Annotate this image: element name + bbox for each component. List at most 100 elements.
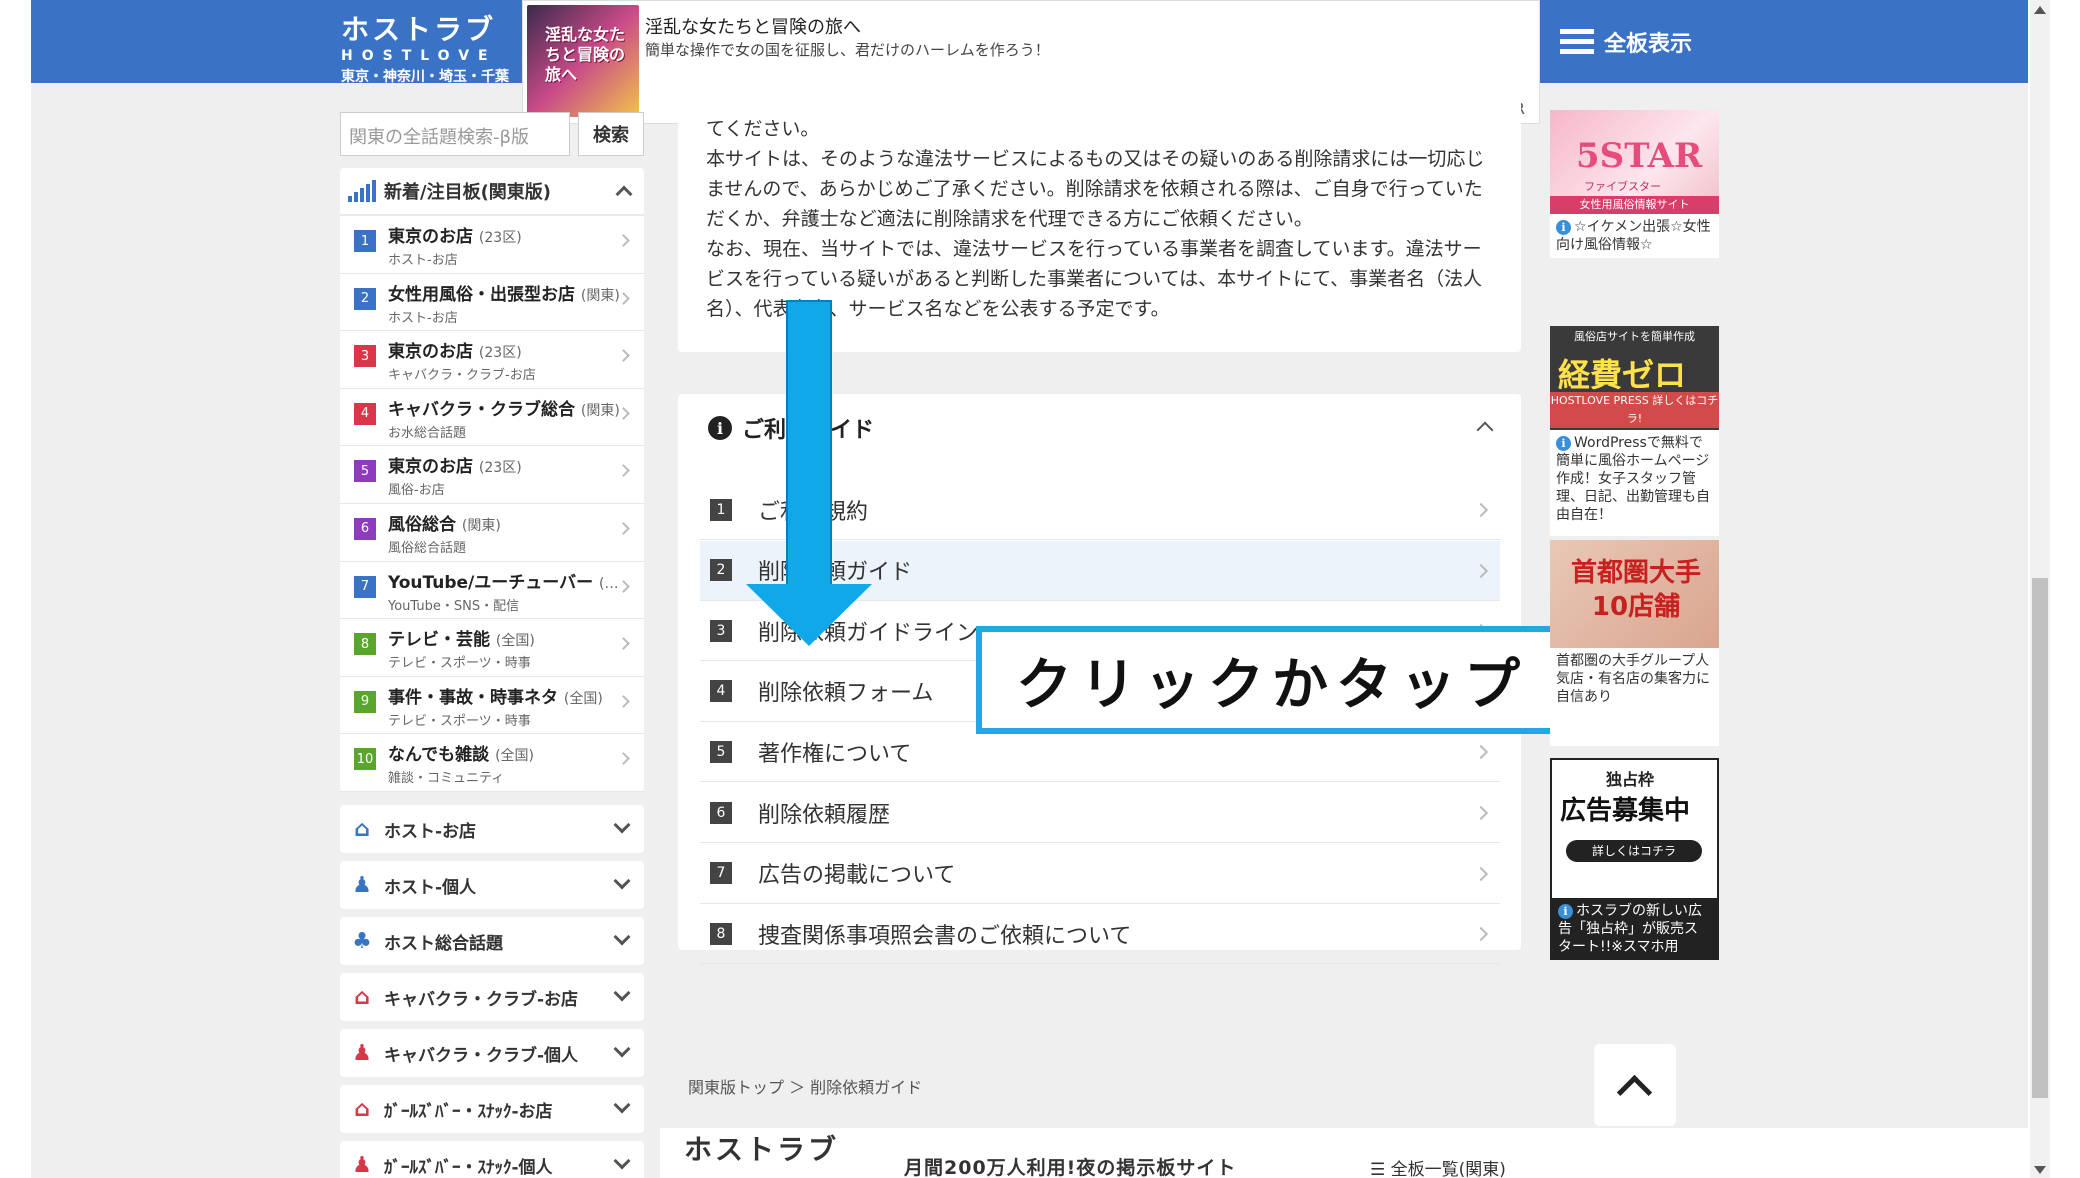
side-ad-dokusen[interactable]: 独占枠 広告募集中 詳しくはコチラ i ホスラブの新しい広告「独占枠」が販売スター… bbox=[1550, 758, 1719, 960]
board-category: テレビ・スポーツ・時事 bbox=[388, 656, 531, 672]
search-button[interactable]: 検索 bbox=[578, 112, 644, 156]
logo-areas: 東京・神奈川・埼玉・千葉 bbox=[341, 69, 509, 85]
board-title: 風俗総合 (関東) bbox=[388, 510, 624, 535]
sidebar-board-item[interactable]: 2 女性用風俗・出張型お店 (関東) ホスト-お店 bbox=[340, 274, 644, 332]
chevron-right-icon bbox=[1473, 745, 1489, 760]
all-boards-label: 全板表示 bbox=[1604, 31, 1693, 57]
guide-item-label: 削除依頼ガイド bbox=[758, 560, 913, 586]
board-title: 東京のお店 (23区) bbox=[388, 452, 624, 477]
guide-item-label: 削除依頼履歴 bbox=[758, 802, 891, 828]
ad-thumbnail-text: 淫乱な女たちと冒険の旅へ bbox=[545, 25, 626, 84]
chevron-down-icon[interactable] bbox=[613, 816, 631, 834]
side-ad-image: 首都圏大手10店舗 bbox=[1550, 540, 1719, 648]
chevron-down-icon[interactable] bbox=[613, 1152, 631, 1170]
side-ad-caption: ☆イケメン出張☆女性向け風俗情報☆ bbox=[1556, 219, 1711, 253]
category-label: ｶﾞｰﾙｽﾞﾊﾞｰ・ｽﾅｯｸ-個人 bbox=[384, 1157, 553, 1178]
breadcrumb[interactable]: 関東版トップ ＞ 削除依頼ガイド bbox=[688, 1074, 922, 1098]
guide-item[interactable]: 7 広告の掲載について bbox=[700, 844, 1500, 904]
site-logo[interactable]: ホストラブ HOSTLOVE 東京・神奈川・埼玉・千葉 bbox=[341, 8, 509, 86]
guide-item-label: 捜査関係事項照会書のご依頼について bbox=[758, 923, 1132, 949]
search-input[interactable]: 関東の全話題検索-β版 bbox=[340, 112, 570, 156]
sidebar-board-item[interactable]: 7 YouTube/ユーチューバー (… YouTube・SNS・配信 bbox=[340, 562, 644, 620]
side-ad-keihi-zero[interactable]: 風俗店サイトを簡単作成 経費ゼロ HOSTLOVE PRESS 詳しくはコチラ!… bbox=[1550, 326, 1719, 536]
collapse-caret-icon[interactable] bbox=[615, 185, 633, 203]
sidebar-category[interactable]: ⌂ キャバクラ・クラブ-お店 bbox=[340, 973, 644, 1021]
category-icon: ♟ bbox=[352, 1040, 372, 1066]
board-title-text: 女性用風俗・出張型お店 bbox=[388, 284, 575, 305]
board-title: 女性用風俗・出張型お店 (関東) bbox=[388, 280, 624, 305]
footer-all-boards-link[interactable]: ☰ 全板一覧(関東) bbox=[1370, 1155, 1506, 1178]
all-boards-button[interactable]: 全板表示 bbox=[1540, 0, 2028, 83]
scroll-up-arrow-icon[interactable] bbox=[2034, 6, 2046, 14]
board-rank-badge: 6 bbox=[354, 517, 376, 540]
collapse-caret-icon[interactable] bbox=[1476, 421, 1494, 439]
board-region: (23区) bbox=[478, 345, 522, 362]
sidebar-board-item[interactable]: 4 キャバクラ・クラブ総合 (関東) お水総合話題 bbox=[340, 389, 644, 447]
board-title-text: 東京のお店 bbox=[388, 457, 473, 478]
guide-item-label: 広告の掲載について bbox=[758, 863, 956, 889]
chevron-down-icon[interactable] bbox=[613, 928, 631, 946]
footer-tagline: 月間200万人利用!夜の掲示板サイト bbox=[904, 1157, 1237, 1178]
sidebar-board-item[interactable]: 6 風俗総合 (関東) 風俗総合話題 bbox=[340, 504, 644, 562]
board-region: (関東) bbox=[580, 287, 620, 304]
sidebar-board-item[interactable]: 3 東京のお店 (23区) キャバクラ・クラブ-お店 bbox=[340, 331, 644, 389]
board-category: ホスト-お店 bbox=[388, 310, 458, 326]
sidebar-category[interactable]: ⌂ ホスト-お店 bbox=[340, 805, 644, 853]
board-category: 風俗総合話題 bbox=[388, 540, 467, 556]
sidebar-board-item[interactable]: 9 事件・事故・時事ネタ (全国) テレビ・スポーツ・時事 bbox=[340, 677, 644, 735]
ad-thumbnail: 淫乱な女たちと冒険の旅へ bbox=[527, 5, 639, 117]
scroll-down-arrow-icon[interactable] bbox=[2034, 1166, 2046, 1174]
board-title-text: キャバクラ・クラブ総合 bbox=[388, 399, 575, 420]
board-title-text: 事件・事故・時事ネタ bbox=[388, 687, 558, 708]
board-region: (全国) bbox=[563, 690, 603, 707]
sidebar-category[interactable]: ♟ キャバクラ・クラブ-個人 bbox=[340, 1029, 644, 1077]
sidebar-board-item[interactable]: 5 東京のお店 (23区) 風俗-お店 bbox=[340, 446, 644, 504]
annotation-arrow-icon bbox=[746, 584, 872, 646]
featured-boards-title: 新着/注目板(関東版) bbox=[384, 182, 552, 203]
board-category: 雑談・コミュニティ bbox=[388, 771, 505, 787]
featured-boards-panel: 新着/注目板(関東版) 1 東京のお店 (23区) ホスト-お店 2 女性用風俗・出張型… bbox=[340, 168, 644, 792]
board-region: (23区) bbox=[478, 460, 522, 477]
category-label: ｶﾞｰﾙｽﾞﾊﾞｰ・ｽﾅｯｸ-お店 bbox=[384, 1101, 553, 1122]
scrollbar-thumb[interactable] bbox=[2032, 578, 2048, 1098]
featured-boards-header[interactable]: 新着/注目板(関東版) bbox=[340, 168, 644, 216]
signal-bars-icon bbox=[348, 180, 376, 202]
board-title-text: YouTube/ユーチューバー bbox=[388, 572, 594, 593]
category-icon: ⌂ bbox=[354, 816, 370, 842]
chevron-down-icon[interactable] bbox=[613, 872, 631, 890]
scroll-to-top-button[interactable] bbox=[1594, 1044, 1676, 1126]
list-icon: ☰ bbox=[1370, 1160, 1386, 1178]
sidebar-category[interactable]: ♟ ｶﾞｰﾙｽﾞﾊﾞｰ・ｽﾅｯｸ-個人 bbox=[340, 1141, 644, 1178]
sidebar-board-item[interactable]: 8 テレビ・芸能 (全国) テレビ・スポーツ・時事 bbox=[340, 619, 644, 677]
ad-image-text: 5STAR bbox=[1576, 136, 1703, 176]
side-ad-caption: WordPressで無料で簡単に風俗ホームページ作成！女子スタッフ管理、日記、出… bbox=[1556, 435, 1710, 523]
board-region: (… bbox=[599, 575, 619, 592]
side-ad-5star[interactable]: 5STAR ファイブスター 女性用風俗情報サイト i ☆イケメン出張☆女性向け風俗… bbox=[1550, 110, 1719, 258]
ad-image-text: 広告募集中 bbox=[1560, 796, 1691, 826]
chevron-down-icon[interactable] bbox=[613, 1096, 631, 1114]
ad-image-foot: 詳しくはコチラ bbox=[1566, 840, 1702, 862]
category-icon: ⌂ bbox=[354, 984, 370, 1010]
guide-item[interactable]: 6 削除依頼履歴 bbox=[700, 783, 1500, 843]
sidebar-category[interactable]: ⌂ ｶﾞｰﾙｽﾞﾊﾞｰ・ｽﾅｯｸ-お店 bbox=[340, 1085, 644, 1133]
guide-item[interactable]: 8 捜査関係事項照会書のご依頼について bbox=[700, 904, 1500, 965]
side-ad-shutoken[interactable]: 首都圏大手10店舗 首都圏の大手グループ人気店・有名店の集客力に自信あり bbox=[1550, 540, 1719, 746]
sidebar-category[interactable]: ♣ ホスト総合話題 bbox=[340, 917, 644, 965]
chevron-down-icon[interactable] bbox=[613, 1040, 631, 1058]
sidebar-board-item[interactable]: 10 なんでも雑談 (全国) 雑談・コミュニティ bbox=[340, 734, 644, 792]
chevron-down-icon[interactable] bbox=[613, 984, 631, 1002]
chevron-right-icon bbox=[1473, 563, 1489, 578]
sidebar-category[interactable]: ♟ ホスト-個人 bbox=[340, 861, 644, 909]
guide-item-number: 7 bbox=[710, 862, 732, 885]
sidebar-board-item[interactable]: 1 東京のお店 (23区) ホスト-お店 bbox=[340, 216, 644, 274]
info-icon: i bbox=[1556, 436, 1571, 451]
list-icon bbox=[1560, 28, 1594, 55]
footer-logo[interactable]: ホストラブ bbox=[684, 1128, 839, 1168]
board-category: キャバクラ・クラブ-お店 bbox=[388, 368, 536, 384]
board-title-text: 東京のお店 bbox=[388, 342, 473, 363]
board-rank-badge: 5 bbox=[354, 460, 376, 483]
board-region: (関東) bbox=[461, 517, 501, 534]
board-title: 東京のお店 (23区) bbox=[388, 337, 624, 362]
ad-image-foot: 女性用風俗情報サイト bbox=[1550, 196, 1719, 214]
ad-image-subtext: ファイブスター bbox=[1584, 180, 1661, 193]
